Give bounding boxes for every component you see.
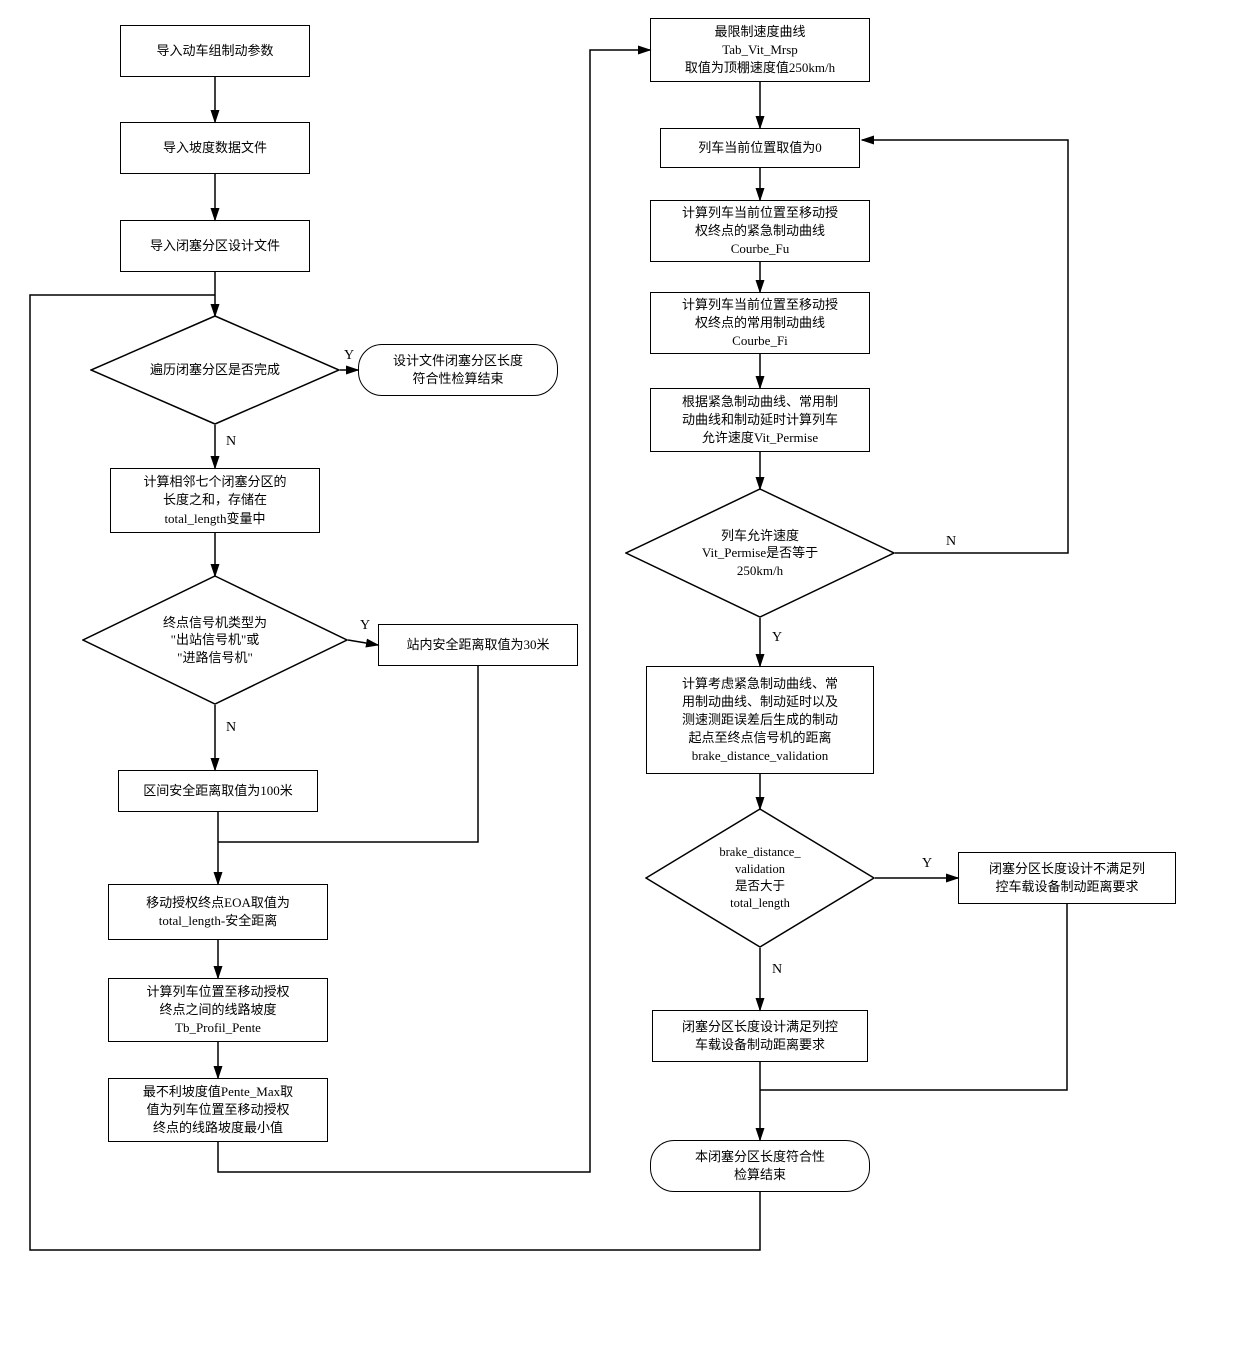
process-import-gradient-file: 导入坡度数据文件 <box>120 122 310 174</box>
label: 计算考虑紧急制动曲线、常用制动曲线、制动延时以及测速测距误差后生成的制动起点至终… <box>682 675 838 766</box>
label: 移动授权终点EOA取值为total_length-安全距离 <box>146 894 290 930</box>
process-block-length-fail: 闭塞分区长度设计不满足列控车载设备制动距离要求 <box>958 852 1176 904</box>
label: 计算相邻七个闭塞分区的长度之和，存储在total_length变量中 <box>143 473 286 528</box>
process-train-pos-zero: 列车当前位置取值为0 <box>660 128 860 168</box>
edge-label-d4-y: Y <box>920 856 934 872</box>
edge-label-d1-n: N <box>224 434 238 450</box>
label: 计算列车位置至移动授权终点之间的线路坡度Tb_Profil_Pente <box>146 983 289 1038</box>
label: 终点信号机类型为"出站信号机"或"进路信号机" <box>159 614 271 667</box>
process-pente-max: 最不利坡度值Pente_Max取值为列车位置至移动授权终点的线路坡度最小值 <box>108 1078 328 1142</box>
process-section-safety-100m: 区间安全距离取值为100米 <box>118 770 318 812</box>
edge-label-d2-y: Y <box>358 618 372 634</box>
label: 列车允许速度Vit_Permise是否等于250km/h <box>698 527 822 580</box>
process-brake-distance-validation: 计算考虑紧急制动曲线、常用制动曲线、制动延时以及测速测距误差后生成的制动起点至终… <box>646 666 874 774</box>
label: 站内安全距离取值为30米 <box>406 636 549 654</box>
label: 导入闭塞分区设计文件 <box>150 237 280 255</box>
decision-brake-distance-gt-total: brake_distance_validation是否大于total_lengt… <box>645 808 875 948</box>
label: 导入动车组制动参数 <box>156 42 273 60</box>
label: 导入坡度数据文件 <box>163 139 267 157</box>
label: 本闭塞分区长度符合性检算结束 <box>695 1148 825 1184</box>
edge-label-d3-n: N <box>944 534 958 550</box>
process-sum-seven-blocks: 计算相邻七个闭塞分区的长度之和，存储在total_length变量中 <box>110 468 320 533</box>
process-courbe-fu: 计算列车当前位置至移动授权终点的紧急制动曲线Courbe_Fu <box>650 200 870 262</box>
label: brake_distance_validation是否大于total_lengt… <box>715 844 804 912</box>
edge-label-d1-y: Y <box>342 348 356 364</box>
terminal-block-check-end: 本闭塞分区长度符合性检算结束 <box>650 1140 870 1192</box>
process-mrsp-250: 最限制速度曲线Tab_Vit_Mrsp取值为顶棚速度值250km/h <box>650 18 870 82</box>
edge-label-d3-y: Y <box>770 630 784 646</box>
label: 计算列车当前位置至移动授权终点的紧急制动曲线Courbe_Fu <box>682 204 838 259</box>
process-import-block-file: 导入闭塞分区设计文件 <box>120 220 310 272</box>
process-eoa-value: 移动授权终点EOA取值为total_length-安全距离 <box>108 884 328 940</box>
decision-traverse-blocks: 遍历闭塞分区是否完成 <box>90 315 340 425</box>
label: 区间安全距离取值为100米 <box>143 782 293 800</box>
label: 遍历闭塞分区是否完成 <box>146 361 284 379</box>
edge-label-d2-n: N <box>224 720 238 736</box>
decision-vit-permise-250: 列车允许速度Vit_Permise是否等于250km/h <box>625 488 895 618</box>
label: 最限制速度曲线Tab_Vit_Mrsp取值为顶棚速度值250km/h <box>685 23 835 78</box>
terminal-design-check-end: 设计文件闭塞分区长度符合性检算结束 <box>358 344 558 396</box>
process-station-safety-30m: 站内安全距离取值为30米 <box>378 624 578 666</box>
label: 最不利坡度值Pente_Max取值为列车位置至移动授权终点的线路坡度最小值 <box>143 1083 293 1138</box>
process-import-brake-params: 导入动车组制动参数 <box>120 25 310 77</box>
label: 列车当前位置取值为0 <box>698 139 822 157</box>
label: 根据紧急制动曲线、常用制动曲线和制动延时计算列车允许速度Vit_Permise <box>682 393 838 448</box>
label: 闭塞分区长度设计不满足列控车载设备制动距离要求 <box>989 860 1145 896</box>
label: 计算列车当前位置至移动授权终点的常用制动曲线Courbe_Fi <box>682 296 838 351</box>
process-vit-permise: 根据紧急制动曲线、常用制动曲线和制动延时计算列车允许速度Vit_Permise <box>650 388 870 452</box>
label: 闭塞分区长度设计满足列控车载设备制动距离要求 <box>682 1018 838 1054</box>
decision-signal-type: 终点信号机类型为"出站信号机"或"进路信号机" <box>82 575 348 705</box>
label: 设计文件闭塞分区长度符合性检算结束 <box>393 352 523 388</box>
process-courbe-fi: 计算列车当前位置至移动授权终点的常用制动曲线Courbe_Fi <box>650 292 870 354</box>
process-gradient-profile: 计算列车位置至移动授权终点之间的线路坡度Tb_Profil_Pente <box>108 978 328 1042</box>
process-block-length-ok: 闭塞分区长度设计满足列控车载设备制动距离要求 <box>652 1010 868 1062</box>
edge-label-d4-n: N <box>770 962 784 978</box>
